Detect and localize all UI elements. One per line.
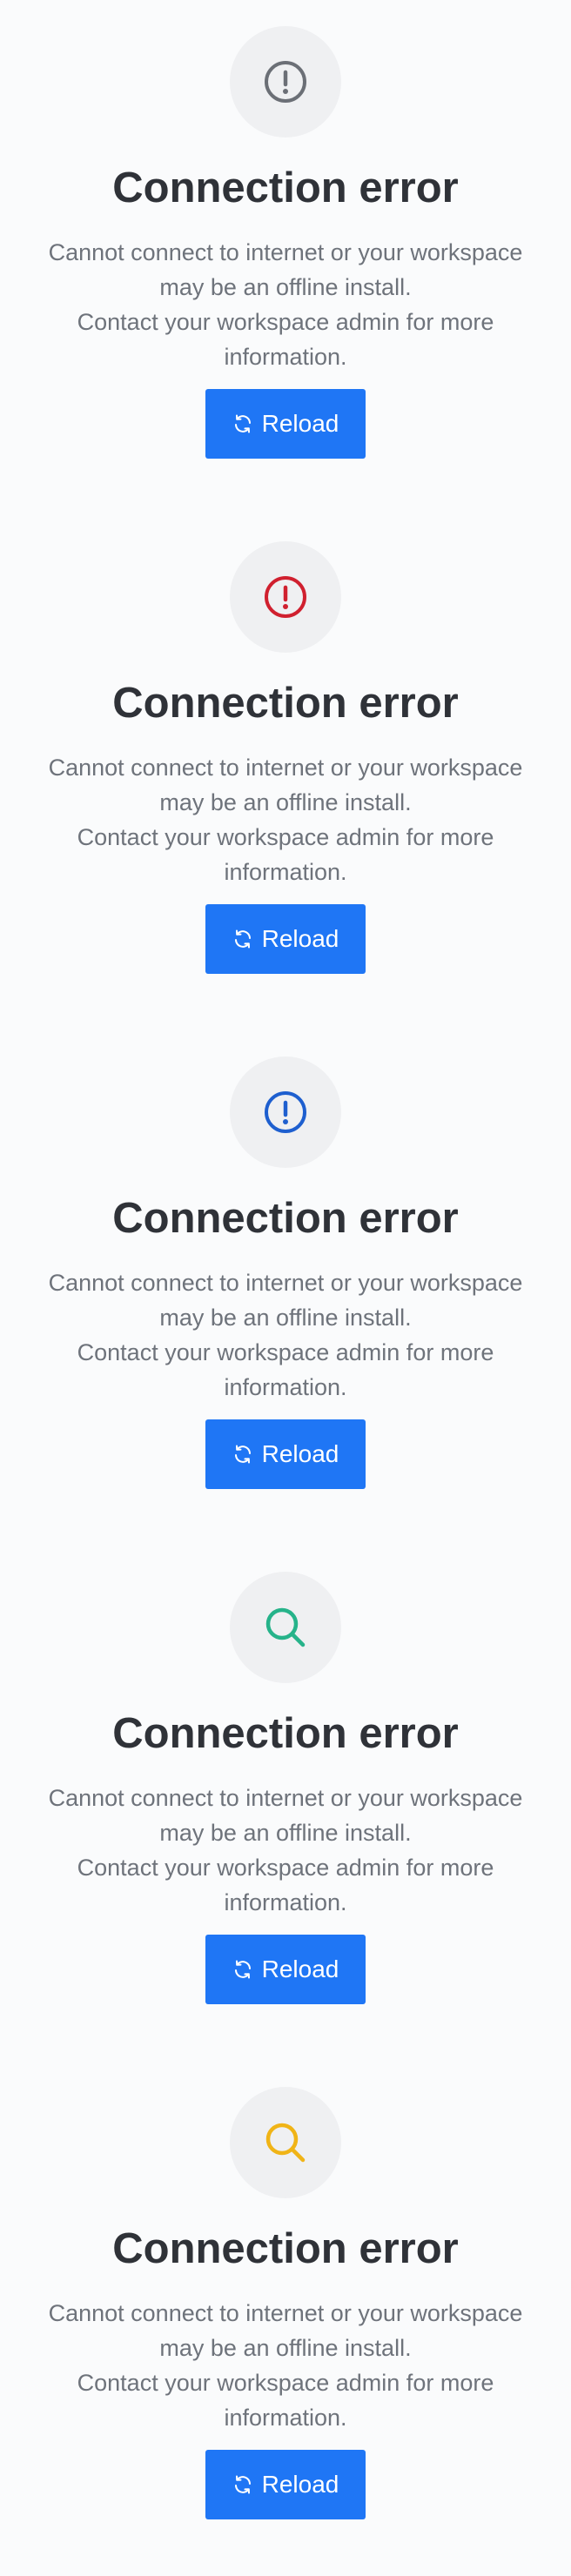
reload-button[interactable]: Reload	[205, 1419, 366, 1489]
error-title: Connection error	[112, 1710, 459, 1757]
refresh-icon	[234, 1445, 251, 1464]
search-icon	[265, 1607, 306, 1647]
reload-button-label: Reload	[261, 925, 339, 952]
error-description-line: Cannot connect to internet or your works…	[48, 1785, 523, 1846]
error-description-line: Contact your workspace admin for more in…	[77, 1339, 494, 1400]
exclamation-circle-icon	[265, 576, 306, 618]
error-description-line: Contact your workspace admin for more in…	[77, 309, 494, 370]
reload-button-label: Reload	[261, 410, 339, 437]
connection-error-panel: Connection error Cannot connect to inter…	[0, 1030, 571, 1546]
error-description: Cannot connect to internet or your works…	[35, 750, 536, 889]
reload-button-label: Reload	[261, 1440, 339, 1467]
refresh-icon	[234, 1960, 251, 1979]
error-description: Cannot connect to internet or your works…	[35, 1265, 536, 1405]
error-description: Cannot connect to internet or your works…	[35, 1781, 536, 1920]
reload-button[interactable]: Reload	[205, 1935, 366, 2004]
refresh-icon	[234, 414, 251, 433]
refresh-icon	[234, 929, 251, 949]
error-description-line: Contact your workspace admin for more in…	[77, 2370, 494, 2431]
connection-error-panel: Connection error Cannot connect to inter…	[0, 0, 571, 515]
exclamation-circle-icon	[265, 1091, 306, 1133]
error-description: Cannot connect to internet or your works…	[35, 2296, 536, 2435]
reload-button-label: Reload	[261, 2471, 339, 2498]
reload-button[interactable]: Reload	[205, 2450, 366, 2519]
icon-circle	[230, 2087, 341, 2198]
connection-error-panel: Connection error Cannot connect to inter…	[0, 515, 571, 1030]
error-title: Connection error	[112, 2225, 459, 2272]
refresh-icon	[234, 2475, 251, 2494]
connection-error-panel: Connection error Cannot connect to inter…	[0, 2061, 571, 2576]
search-icon	[265, 2123, 306, 2163]
error-title: Connection error	[112, 164, 459, 211]
error-description: Cannot connect to internet or your works…	[35, 235, 536, 374]
exclamation-circle-icon	[265, 61, 306, 103]
connection-error-panel: Connection error Cannot connect to inter…	[0, 1546, 571, 2061]
icon-circle	[230, 1572, 341, 1683]
icon-circle	[230, 26, 341, 138]
error-description-line: Cannot connect to internet or your works…	[48, 2300, 523, 2361]
error-description-line: Contact your workspace admin for more in…	[77, 824, 494, 885]
reload-button-label: Reload	[261, 1955, 339, 1982]
error-description-line: Cannot connect to internet or your works…	[48, 755, 523, 815]
error-state-stack: Connection error Cannot connect to inter…	[0, 0, 571, 2576]
reload-button[interactable]: Reload	[205, 904, 366, 974]
error-description-line: Contact your workspace admin for more in…	[77, 1855, 494, 1915]
error-description-line: Cannot connect to internet or your works…	[48, 239, 523, 300]
icon-circle	[230, 541, 341, 653]
error-title: Connection error	[112, 680, 459, 727]
reload-button[interactable]: Reload	[205, 389, 366, 459]
error-description-line: Cannot connect to internet or your works…	[48, 1270, 523, 1331]
error-title: Connection error	[112, 1195, 459, 1242]
icon-circle	[230, 1057, 341, 1168]
